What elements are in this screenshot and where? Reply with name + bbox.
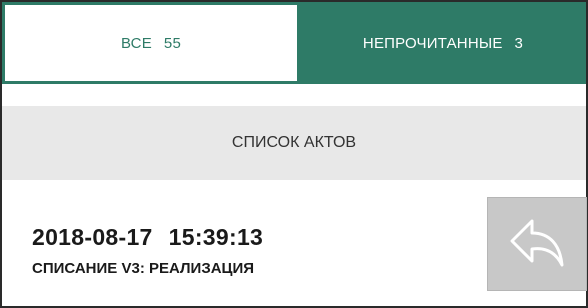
tab-unread-label: НЕПРОЧИТАННЫЕ [362, 34, 503, 52]
list-header-title: СПИСОК АКТОВ [231, 134, 357, 151]
tab-all-count: 55 [163, 34, 182, 52]
reply-button[interactable] [487, 197, 587, 291]
tab-all[interactable]: ВСЕ 55 [2, 2, 300, 84]
spacer [2, 84, 586, 106]
item-type: СПИСАНИЕ V3: РЕАЛИЗАЦИЯ [32, 260, 255, 277]
item-datetime: 2018-08-17 15:39:13 [32, 224, 263, 251]
reply-icon [508, 215, 566, 274]
item-date: 2018-08-17 [32, 224, 153, 250]
tab-unread-count: 3 [514, 34, 524, 52]
tab-all-label: ВСЕ [120, 34, 152, 52]
tab-bar: ВСЕ 55 НЕПРОЧИТАННЫЕ 3 [2, 2, 586, 84]
tab-unread[interactable]: НЕПРОЧИТАННЫЕ 3 [300, 2, 586, 84]
item-time: 15:39:13 [168, 224, 264, 250]
list-header: СПИСОК АКТОВ [2, 106, 586, 180]
